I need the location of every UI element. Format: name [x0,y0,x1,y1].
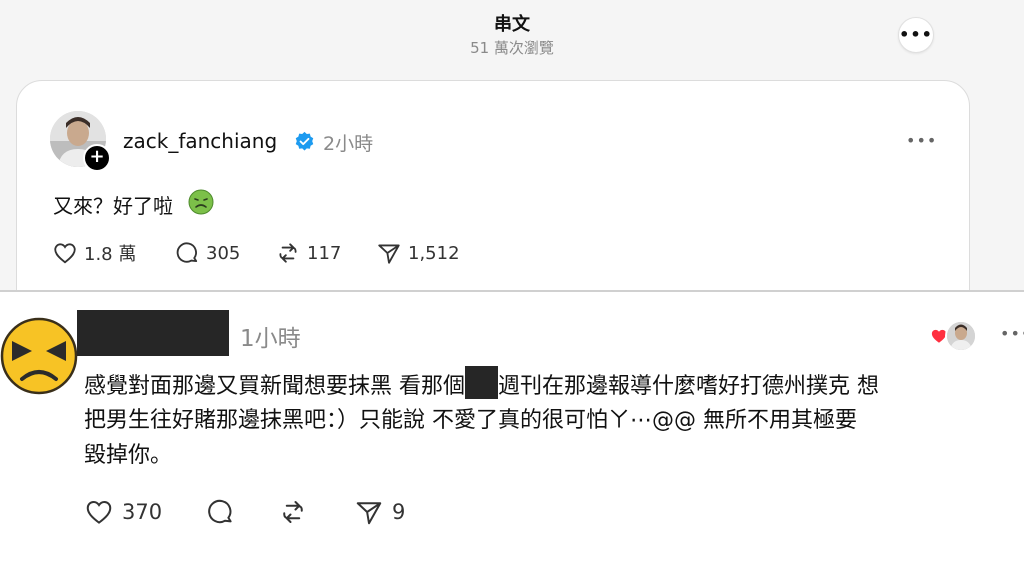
comment-button[interactable]: 305 [174,240,240,266]
page-title: 串文 [494,14,530,35]
author-liked-avatar [945,320,977,352]
comment-bubble-icon [208,499,232,524]
comment-text-part: 週刊在那邊報導什麼嗜好打德州撲克 想 [498,374,879,399]
heart-icon [54,243,76,264]
post-time: 2小時 [323,133,374,155]
comment-share-button[interactable]: 9 [354,497,405,527]
comment-repost-button[interactable] [278,497,308,527]
post-username[interactable]: zack_fanchiang [123,129,277,153]
redacted-username [77,310,229,356]
repost-count: 117 [307,242,342,264]
comment-time: 1小時 [240,326,301,352]
verified-badge-icon [295,131,314,151]
send-icon [356,502,382,525]
comment-bubble-icon [176,242,198,263]
repost-button[interactable]: 117 [275,240,341,266]
repost-icon [279,243,297,263]
heart-icon [86,500,112,524]
comment-more-icon[interactable]: ••• [1000,324,1024,343]
angry-face-icon [0,317,78,395]
follow-plus-icon[interactable]: + [83,144,111,172]
comment-like-count: 370 [122,500,163,524]
post-more-icon[interactable]: ••• [906,131,937,150]
like-button[interactable]: 1.8 萬 [52,240,136,266]
more-options-button[interactable]: ••• [898,17,934,53]
comment-count: 305 [206,242,241,264]
send-icon [378,244,400,264]
comment-text-line-1: 感覺對面那邊又買新聞想要抹黑 看那個 週刊在那邊報導什麼嗜好打德州撲克 想 [84,366,879,400]
comment-text-line-3: 毀掉你。 [84,443,173,468]
more-dots-icon: ••• [899,25,933,44]
comment-reply-button[interactable] [205,497,235,527]
post-text: 又來？好了啦 [53,194,173,218]
share-count: 1,512 [408,242,460,264]
comment-text-part: 感覺對面那邊又買新聞想要抹黑 看那個 [84,374,465,399]
nauseated-face-icon [188,189,214,215]
redacted-word [465,366,498,399]
share-button[interactable]: 1,512 [376,240,460,266]
comment-share-count: 9 [392,500,406,524]
like-count: 1.8 萬 [84,244,137,265]
repost-icon [283,501,303,523]
view-count: 51 萬次瀏覽 [470,39,554,57]
comment-text-line-2: 把男生往好賭那邊抹黑吧：）只能說 不愛了真的很可怕ㄚ⋯@@ 無所不用其極要 [84,408,857,433]
comment-like-button[interactable]: 370 [84,497,162,527]
